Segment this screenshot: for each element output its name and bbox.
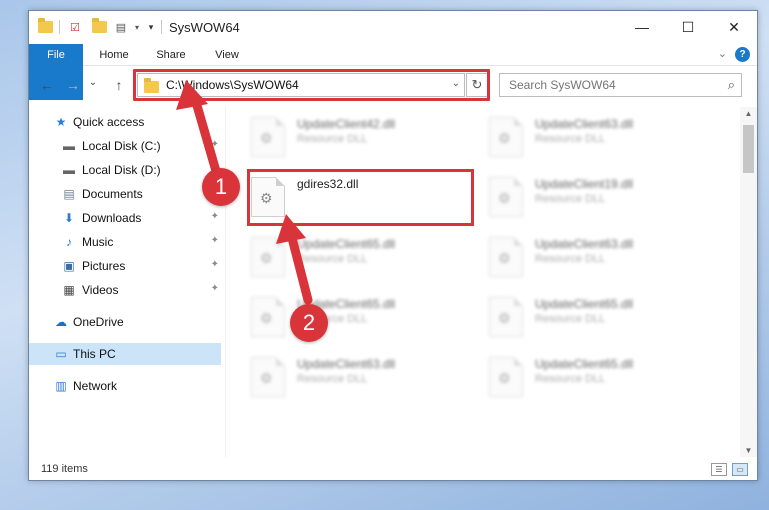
- step-1-badge: 1: [202, 168, 240, 206]
- arrow-1: [176, 80, 223, 183]
- annotation-arrows: [176, 80, 313, 305]
- step-2-badge: 2: [290, 304, 328, 342]
- arrow-2: [276, 214, 313, 305]
